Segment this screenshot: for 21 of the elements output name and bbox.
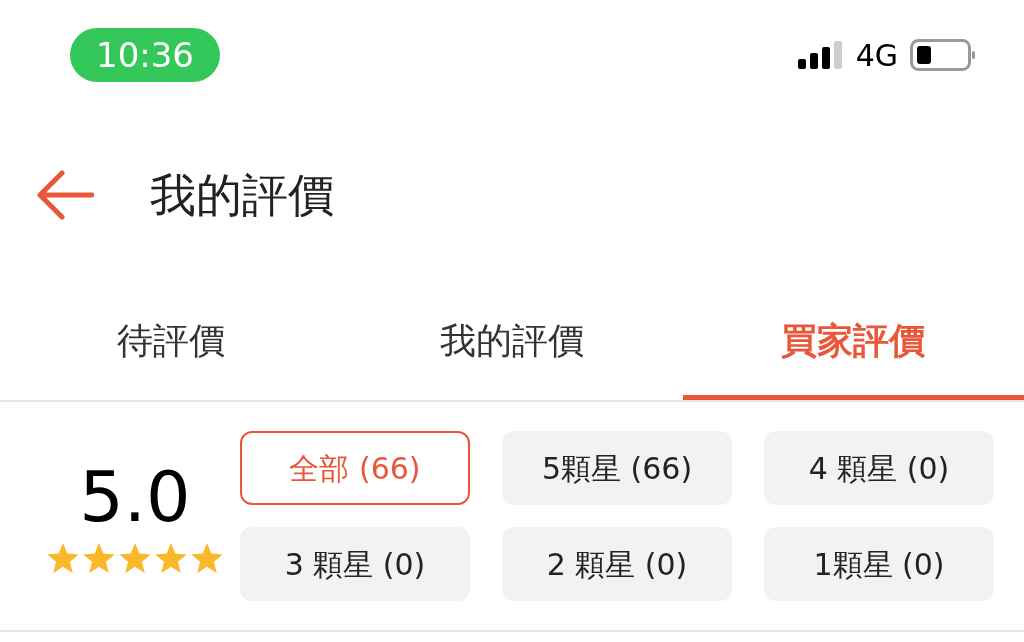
tab[interactable]: 我的評價 — [341, 280, 683, 400]
page-title: 我的評價 — [150, 166, 334, 224]
network-label: 4G — [855, 36, 898, 75]
star-icon — [190, 543, 224, 575]
tab[interactable]: 待評價 — [0, 280, 342, 400]
star-icon — [46, 543, 80, 575]
rating-score: 5.0 — [79, 457, 191, 537]
filter-chip[interactable]: 1顆星 (0) — [764, 527, 994, 601]
filter-chip[interactable]: 全部 (66) — [240, 431, 470, 505]
signal-icon — [797, 41, 844, 69]
back-button[interactable] — [36, 170, 94, 220]
filter-chip[interactable]: 5顆星 (66) — [502, 431, 732, 505]
star-icon — [82, 543, 116, 575]
status-time: 10:36 — [70, 28, 220, 82]
filter-chip[interactable]: 2 顆星 (0) — [502, 527, 732, 601]
filter-chip[interactable]: 3 顆星 (0) — [240, 527, 470, 601]
filter-chip[interactable]: 4 顆星 (0) — [764, 431, 994, 505]
battery-icon — [910, 39, 976, 71]
star-icon — [118, 543, 152, 575]
tab[interactable]: 買家評價 — [682, 280, 1024, 400]
star-icon — [154, 543, 188, 575]
